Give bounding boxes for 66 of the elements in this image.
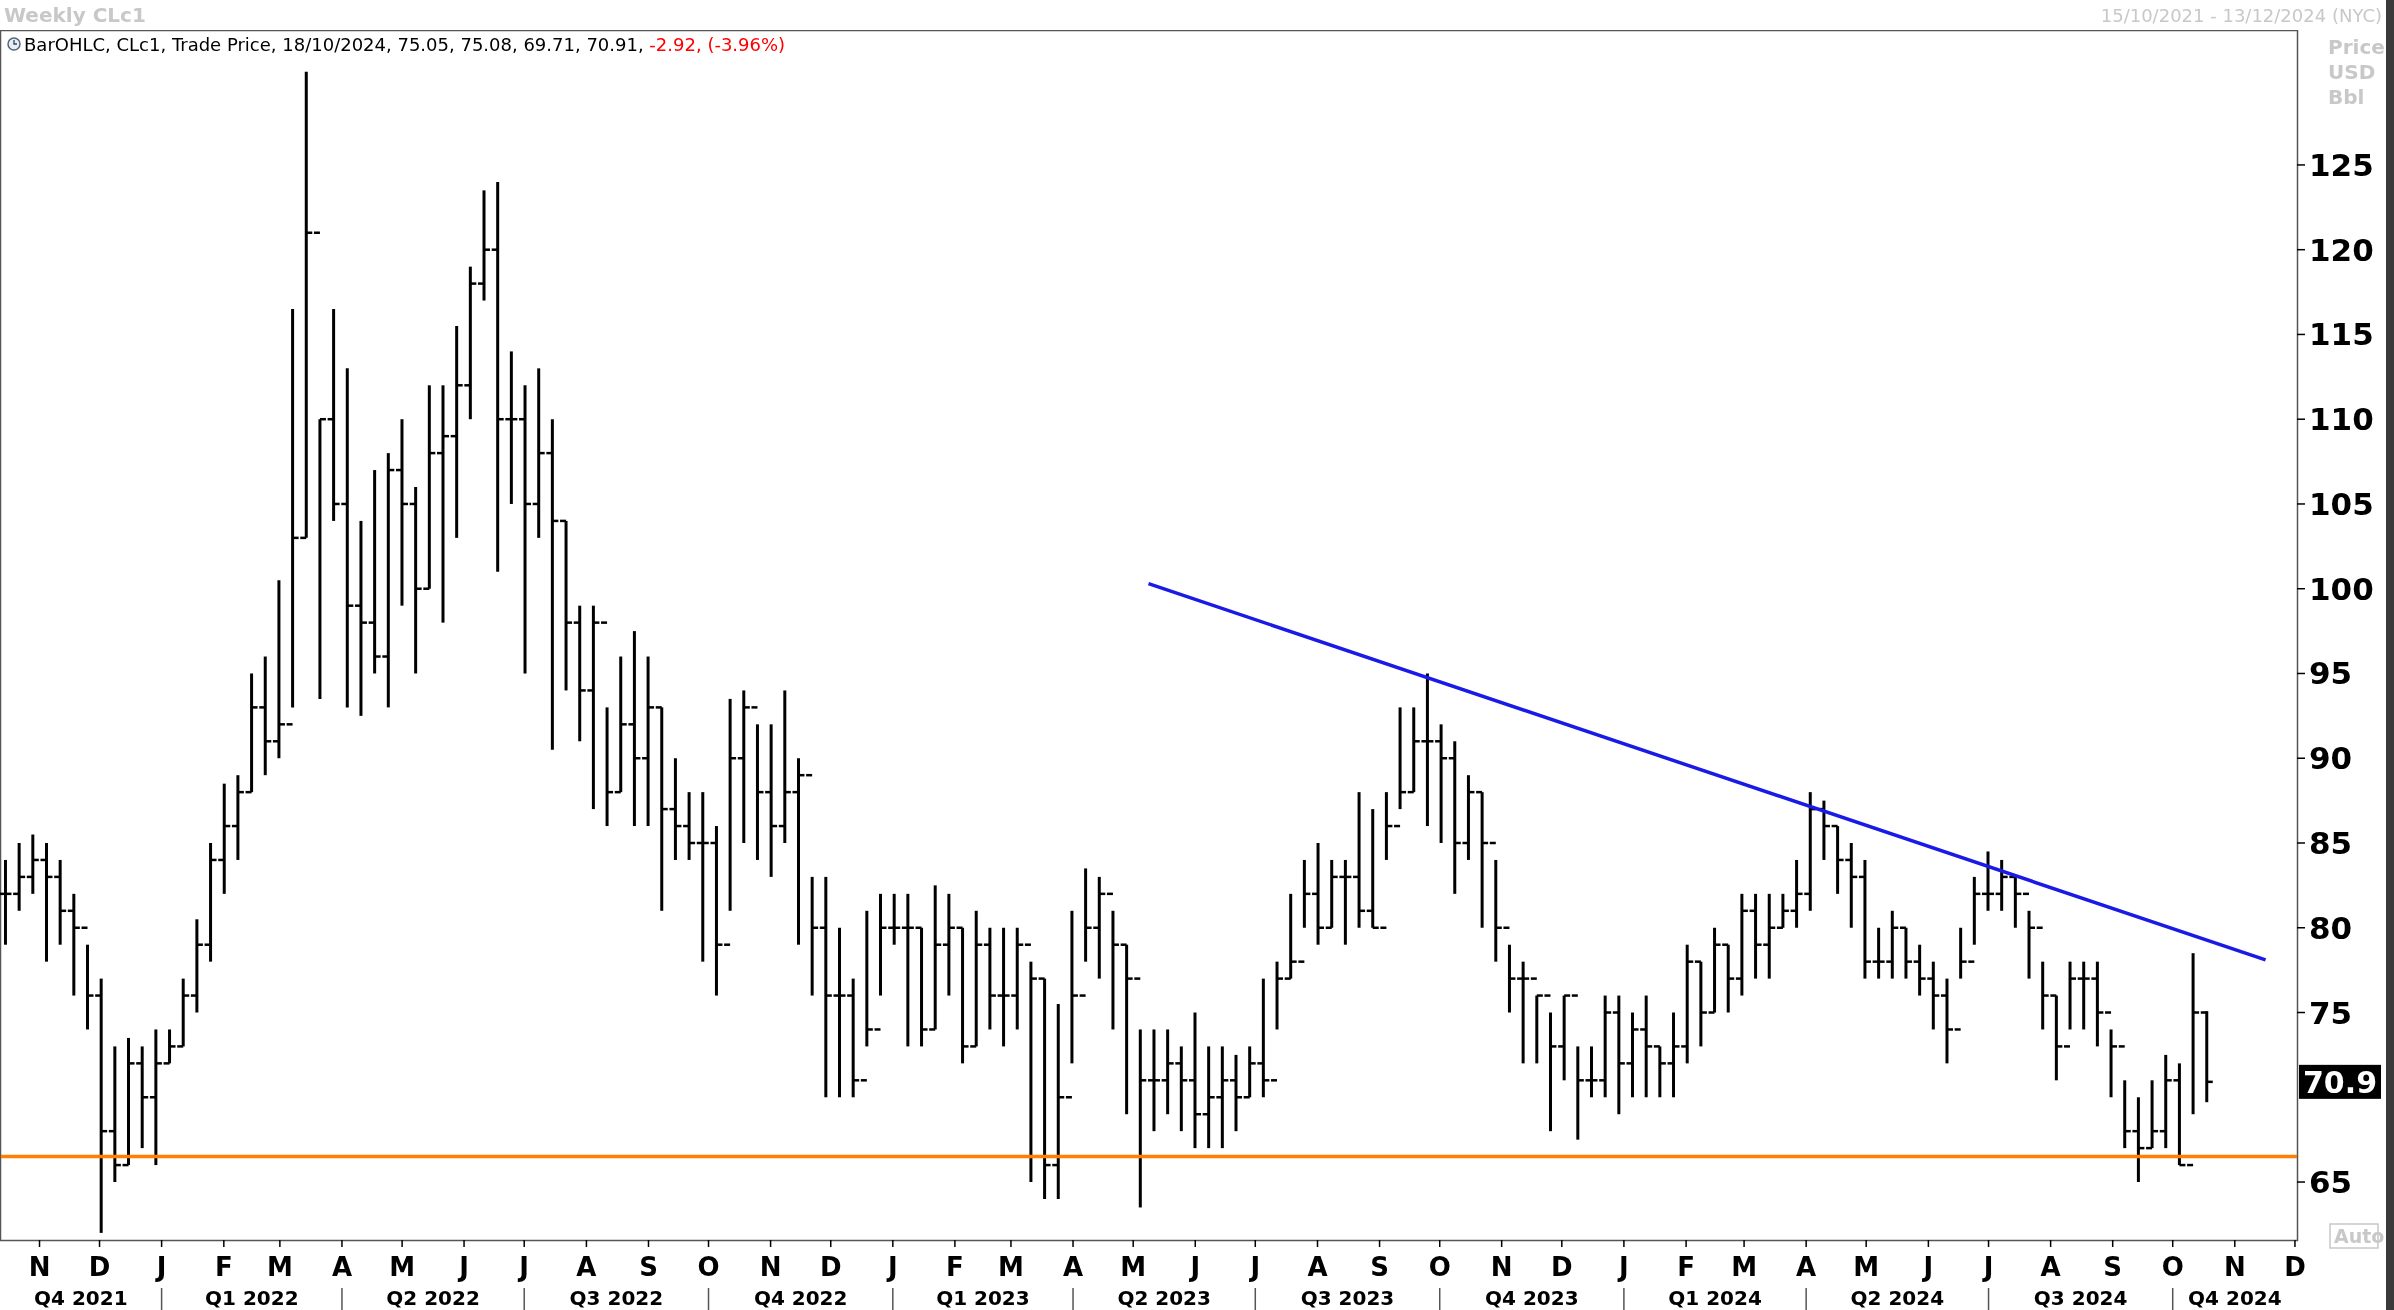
x-axis-label: J [1923,1252,1934,1282]
x-axis-label: J [1250,1252,1261,1282]
x-axis-label: J [519,1252,530,1282]
x-axis-label: M [1120,1252,1147,1282]
quarter-label: Q3 2024 [2033,1286,2128,1310]
quarter-label: Q2 2022 [386,1286,480,1310]
x-axis-label: J [1983,1252,1994,1282]
x-axis-label: D [1551,1252,1573,1282]
y-axis-label: 95 [2309,655,2353,692]
quarter-label: Q3 2022 [569,1286,664,1310]
x-axis-label: J [1190,1252,1201,1282]
y-axis-label: 125 [2309,146,2374,183]
x-axis-label: N [1490,1252,1513,1282]
quarter-label: Q4 2022 [753,1286,848,1310]
x-axis-label: M [1731,1252,1757,1282]
x-axis-label: A [1062,1252,1084,1282]
x-axis-label: O [1428,1252,1451,1282]
x-axis-label: F [1677,1252,1695,1282]
y-axis-label: 80 [2309,909,2353,946]
x-axis-label: F [946,1252,964,1282]
clock-icon [7,37,21,51]
x-axis-label: N [759,1252,782,1282]
x-axis-label: F [214,1252,233,1282]
y-axis-label: 75 [2309,994,2353,1031]
y-axis-label: 110 [2309,401,2374,438]
quarter-label: Q2 2023 [1117,1286,1211,1310]
quarter-label: Q2 2024 [1850,1286,1945,1310]
x-axis-label: A [1796,1252,1817,1282]
quarter-label: Q1 2024 [1668,1286,1762,1310]
quarter-label: Q1 2023 [936,1286,1030,1310]
x-axis-label: A [1307,1252,1328,1282]
quarter-label: Q3 2023 [1300,1286,1395,1310]
x-axis-label: S [1370,1252,1389,1282]
x-axis-label: D [819,1252,842,1282]
x-axis-label: J [888,1252,898,1282]
x-axis-label: O [697,1252,720,1282]
y-axis-label: 65 [2309,1164,2353,1201]
x-axis-label: J [1619,1252,1629,1282]
x-axis-label: M [998,1252,1024,1282]
y-axis-label: 100 [2309,570,2374,607]
x-axis-label: M [266,1252,293,1282]
x-axis-label: J [156,1252,167,1282]
quarter-label: Q1 2022 [205,1286,299,1310]
y-axis-label: 120 [2309,231,2374,268]
x-axis-label: A [2040,1252,2061,1282]
last-price-badge: 70.9 [2299,1064,2381,1100]
quarter-label: Q4 2021 [34,1286,128,1310]
y-axis-label: 105 [2309,485,2374,522]
x-axis-label: A [331,1252,352,1282]
x-axis-label: M [389,1252,416,1282]
y-axis-label: 115 [2309,316,2374,353]
x-axis-label: D [88,1252,111,1282]
quarter-label: Q4 2023 [1485,1286,1579,1310]
x-axis-label: S [2103,1252,2123,1282]
x-axis-label: N [2223,1252,2246,1282]
y-axis-label: 85 [2309,825,2353,861]
x-axis-label: M [1853,1252,1880,1282]
quarter-label: Q4 2024 [2188,1286,2282,1310]
legend-text: BarOHLC, CLc1, Trade Price, 18/10/2024, 75.05, 75.08, 69.71, 70.91, -2.92, (-3.96%) [24,34,786,55]
x-axis-label: J [459,1252,469,1282]
x-axis-label: A [576,1252,597,1282]
y-axis-label: 90 [2309,740,2353,777]
x-axis-label: N [28,1252,51,1282]
x-axis-label: O [2161,1252,2184,1282]
x-axis-label: D [2284,1252,2306,1282]
x-axis-label: S [639,1252,658,1282]
